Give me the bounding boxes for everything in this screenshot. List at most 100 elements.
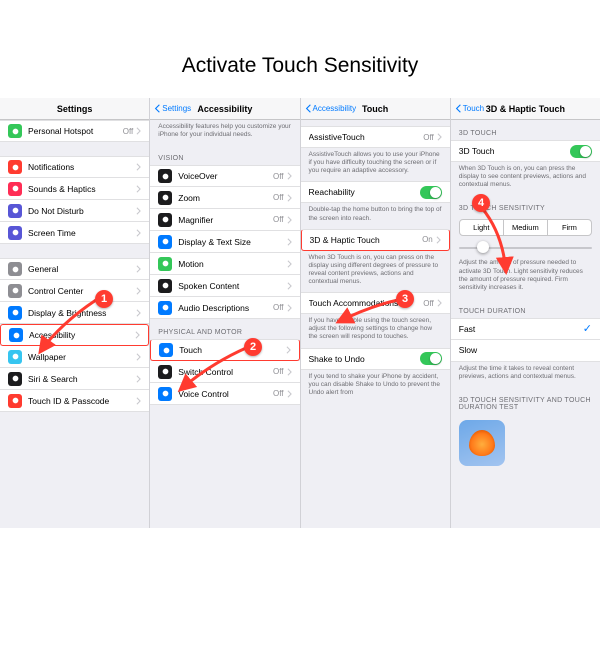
- chevron-right-icon: [135, 331, 140, 339]
- cell-accessibility[interactable]: Accessibility: [0, 324, 149, 346]
- cell-notifications[interactable]: Notifications: [0, 156, 149, 178]
- cell-voice-control[interactable]: Voice ControlOff: [150, 383, 299, 405]
- vc-icon: [158, 387, 172, 401]
- cell-personal-hotspot[interactable]: Personal HotspotOff: [0, 120, 149, 142]
- cell-value: Off: [273, 303, 284, 312]
- sensitivity-segmented[interactable]: Light Medium Firm: [459, 219, 592, 236]
- footer-text: Adjust the time it takes to reveal conte…: [451, 362, 600, 387]
- chevron-right-icon: [287, 172, 292, 180]
- cell-audio-descriptions[interactable]: Audio DescriptionsOff: [150, 297, 299, 319]
- switches-icon: [8, 284, 22, 298]
- cell-shake-to-undo[interactable]: Shake to Undo: [301, 348, 450, 370]
- chevron-right-icon: [287, 238, 292, 246]
- mag-icon: [158, 213, 172, 227]
- cell-value: Off: [273, 172, 284, 181]
- back-button[interactable]: Accessibility: [305, 104, 357, 113]
- cell-zoom[interactable]: ZoomOff: [150, 187, 299, 209]
- cell-touch-id-passcode[interactable]: Touch ID & Passcode: [0, 390, 149, 412]
- cell-label: General: [28, 264, 136, 274]
- cell-display-brightness[interactable]: Display & Brightness: [0, 302, 149, 324]
- cell-assistivetouch[interactable]: AssistiveTouch Off: [301, 126, 450, 148]
- cell-value: On: [422, 235, 433, 244]
- toggle-switch[interactable]: [420, 352, 442, 365]
- cell-reachability[interactable]: Reachability: [301, 181, 450, 203]
- cell-label: Control Center: [28, 286, 136, 296]
- chevron-right-icon: [436, 236, 441, 244]
- cell-3d-haptic-touch[interactable]: 3D & Haptic Touch On: [301, 229, 450, 251]
- back-label: Settings: [162, 104, 191, 113]
- cell-touch[interactable]: Touch: [150, 339, 299, 361]
- cell-spoken-content[interactable]: Spoken Content: [150, 275, 299, 297]
- text-icon: [8, 306, 22, 320]
- link-icon: [8, 124, 22, 138]
- cell-value: Off: [273, 215, 284, 224]
- footer-text: If you tend to shake your iPhone by acci…: [301, 370, 450, 403]
- test-image[interactable]: [459, 420, 505, 466]
- cell-magnifier[interactable]: MagnifierOff: [150, 209, 299, 231]
- toggle-switch[interactable]: [570, 145, 592, 158]
- cell-label: Shake to Undo: [309, 354, 420, 364]
- panel-accessibility: Settings Accessibility Accessibility fea…: [150, 98, 300, 528]
- sensitivity-slider[interactable]: [459, 240, 592, 254]
- cell-label: Siri & Search: [28, 374, 136, 384]
- cell-screen-time[interactable]: Screen Time: [0, 222, 149, 244]
- cell-siri-search[interactable]: Siri & Search: [0, 368, 149, 390]
- chevron-right-icon: [287, 194, 292, 202]
- cell-value: Off: [273, 193, 284, 202]
- person-icon: [9, 328, 23, 342]
- step-badge-3: 3: [396, 290, 414, 308]
- cell-label: Switch Control: [178, 367, 273, 377]
- panel-touch: Accessibility Touch AssistiveTouch Off A…: [301, 98, 451, 528]
- voice-icon: [158, 169, 172, 183]
- cell-control-center[interactable]: Control Center: [0, 280, 149, 302]
- section-header: VISION: [150, 145, 299, 165]
- navbar: Settings Accessibility: [150, 98, 299, 120]
- panel-3d-touch: Touch 3D & Haptic Touch 3D TOUCH 3D Touc…: [451, 98, 600, 528]
- navbar: Settings: [0, 98, 149, 120]
- chevron-right-icon: [136, 287, 141, 295]
- cell-label: Reachability: [309, 187, 420, 197]
- page-title: Activate Touch Sensitivity: [0, 54, 600, 78]
- cell-touch-accommodations[interactable]: Touch Accommodations Off: [301, 292, 450, 314]
- cell-slow[interactable]: Slow: [451, 340, 600, 362]
- cell-display-text-size[interactable]: Display & Text Size: [150, 231, 299, 253]
- chevron-left-icon: [154, 104, 161, 113]
- back-button[interactable]: Touch: [455, 104, 484, 113]
- cell-wallpaper[interactable]: Wallpaper: [0, 346, 149, 368]
- cell-label: Zoom: [178, 193, 273, 203]
- cell-label: Screen Time: [28, 228, 136, 238]
- section-header: PHYSICAL AND MOTOR: [150, 319, 299, 339]
- cell-do-not-disturb[interactable]: Do Not Disturb: [0, 200, 149, 222]
- cell-switch-control[interactable]: Switch ControlOff: [150, 361, 299, 383]
- chevron-right-icon: [136, 207, 141, 215]
- nav-title: Settings: [0, 104, 149, 114]
- cell-label: Fast: [459, 324, 583, 334]
- back-button[interactable]: Settings: [154, 104, 191, 113]
- cell-label: 3D & Haptic Touch: [310, 235, 423, 245]
- text-icon: [158, 235, 172, 249]
- finger-icon: [8, 394, 22, 408]
- touch-icon: [159, 343, 173, 357]
- cell-label: Touch: [179, 345, 285, 355]
- footer-text: When 3D Touch is on, you can press on th…: [301, 251, 450, 293]
- chevron-right-icon: [287, 390, 292, 398]
- cell-sounds-haptics[interactable]: Sounds & Haptics: [0, 178, 149, 200]
- seg-medium[interactable]: Medium: [504, 220, 548, 235]
- motion-icon: [158, 257, 172, 271]
- cell-label: VoiceOver: [178, 171, 273, 181]
- section-header: 3D TOUCH SENSITIVITY AND TOUCH DURATION …: [451, 387, 600, 414]
- seg-light[interactable]: Light: [460, 220, 504, 235]
- cell-fast[interactable]: Fast ✓: [451, 318, 600, 340]
- cell-label: Display & Brightness: [28, 308, 136, 318]
- cell-voiceover[interactable]: VoiceOverOff: [150, 165, 299, 187]
- cell-label: Voice Control: [178, 389, 273, 399]
- toggle-switch[interactable]: [420, 186, 442, 199]
- cell-motion[interactable]: Motion: [150, 253, 299, 275]
- seg-firm[interactable]: Firm: [548, 220, 591, 235]
- chevron-right-icon: [437, 299, 442, 307]
- moon-icon: [8, 204, 22, 218]
- cell-3d-touch[interactable]: 3D Touch: [451, 140, 600, 162]
- cell-label: AssistiveTouch: [309, 132, 424, 142]
- hourglass-icon: [8, 226, 22, 240]
- cell-general[interactable]: General: [0, 258, 149, 280]
